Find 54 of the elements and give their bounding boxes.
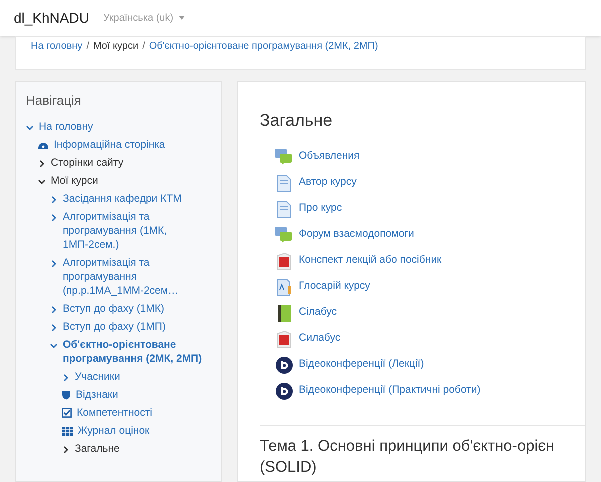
page-icon [277,174,291,192]
chevron-down-icon[interactable] [38,178,46,186]
activity-link[interactable]: Сілабус [299,305,338,321]
nav-link[interactable]: Учасники [75,370,120,384]
navigation-title: Навігація [26,94,82,108]
activity-link[interactable]: Відеоконференції (Практичні роботи) [299,383,481,399]
topic-title: Тема 1. Основні принципи об'єктно-орієн [260,436,556,456]
video-conference-icon [276,382,292,400]
site-name[interactable]: dl_KhNADU [14,8,90,28]
activity-link[interactable]: Відеоконференції (Лекції) [299,357,424,373]
pdf-icon [277,252,291,270]
page-icon [277,200,291,218]
chevron-right-icon[interactable] [62,446,70,454]
dashboard-icon [38,140,49,150]
breadcrumb-separator: / [86,40,90,54]
forum-icon [275,149,293,165]
table-icon [62,427,73,436]
breadcrumb-separator: / [142,40,146,54]
shield-icon [62,390,71,400]
section-title: Загальне [260,110,334,132]
activity-link[interactable]: Форум взаємодопомоги [299,227,414,243]
language-menu[interactable]: Українська (uk) [103,10,185,26]
activity-link[interactable]: Глосарій курсу [299,279,370,295]
nav-link[interactable]: Журнал оцінок [78,424,150,438]
nav-item[interactable]: Сторінки сайту [51,156,124,170]
chevron-right-icon[interactable] [38,160,46,168]
caret-down-icon [178,16,185,20]
nav-item[interactable]: Мої курси [51,174,98,188]
activity-link[interactable]: Силабус [299,331,341,347]
topic-title: (SOLID) [260,458,318,478]
book-icon [278,304,290,322]
nav-link[interactable]: Алгоритмізація та програмування (пр.р.1МА_1ММ-2сем… [63,256,211,298]
nav-item[interactable]: Загальне [75,442,120,456]
nav-link[interactable]: На головну [39,120,94,134]
nav-link[interactable]: Засідання кафедри КТМ [63,192,182,206]
checkbox-icon [62,408,72,418]
activity-link[interactable]: Объявления [299,149,360,165]
breadcrumb-link[interactable]: Об'єктно-орієнтоване програмування (2МК, 2МП) [149,39,378,54]
nav-link[interactable]: Інформаційна сторінка [54,138,166,152]
activity-link[interactable]: Конспект лекцій або посібник [299,253,442,269]
activity-link[interactable]: Про курс [299,201,342,217]
nav-link[interactable]: Компетентності [77,406,153,420]
forum-icon [275,227,293,243]
glossary-icon [276,278,292,296]
pdf-icon [277,330,291,348]
breadcrumb-link[interactable]: На головну [31,39,83,54]
nav-link[interactable]: Алгоритмізація та програмування (1МК, 1МП-2сем.) [63,210,211,252]
breadcrumb-item: Мої курси [93,40,139,54]
nav-link[interactable]: Вступ до фаху (1МК) [63,302,165,316]
video-conference-icon [276,356,292,374]
nav-link[interactable]: Відзнаки [76,388,118,402]
activity-link[interactable]: Автор курсу [299,175,357,191]
nav-link[interactable]: Вступ до фаху (1МП) [63,320,166,334]
nav-link[interactable]: Об'єктно-орієнтоване програмування (2МК, 2МП) [63,338,211,366]
